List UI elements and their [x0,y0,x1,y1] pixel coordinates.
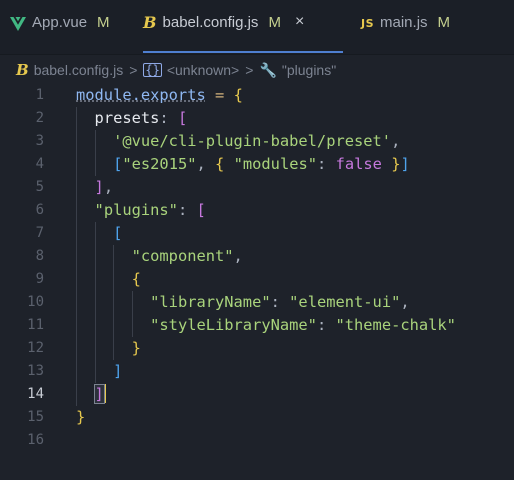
line-number: 9 [35,271,44,287]
code-line[interactable]: 5 ], [0,176,514,199]
modified-badge: M [437,14,451,31]
code-text: "plugins": [ [94,201,206,219]
code-text: [ [113,224,123,242]
line-number: 6 [35,202,44,218]
code-line[interactable]: 12 } [0,337,514,360]
babel-icon: B [16,61,29,79]
tab-label: main.js [380,14,428,31]
code-line[interactable]: 14 ] [0,383,514,406]
tab-label: App.vue [32,14,88,31]
code-text: presets: [ [94,109,188,127]
code-text: "component", [131,247,243,265]
wrench-icon: 🔧 [259,61,277,78]
line-number: 5 [35,179,44,195]
chevron-right-icon: > [129,62,138,78]
line-number: 13 [27,363,44,379]
line-number: 11 [27,317,44,333]
code-text: module.exports = { [76,86,243,104]
code-line[interactable]: 11 "styleLibraryName": "theme-chalk" [0,314,514,337]
code-line[interactable]: 7 [ [0,222,514,245]
code-text: '@vue/cli-plugin-babel/preset', [113,132,401,150]
line-number: 12 [27,340,44,356]
breadcrumb-file[interactable]: babel.config.js [34,62,124,78]
code-text: ], [94,178,114,196]
code-text: "styleLibraryName": "theme-chalk" [150,316,456,334]
line-number: 15 [27,409,44,425]
modified-badge: M [268,14,281,31]
code-editor-window: App.vue M B babel.config.js M × JS main.… [0,0,514,480]
code-text: ] [93,384,106,404]
code-line[interactable]: 9 { [0,268,514,291]
tab-main-js[interactable]: JS main.js M [361,14,450,54]
code-line[interactable]: 1 module.exports = { [0,84,514,107]
code-line[interactable]: 6 "plugins": [ [0,199,514,222]
code-text: "libraryName": "element-ui", [150,293,410,311]
line-number: 8 [35,248,44,264]
code-text: } [76,408,86,426]
code-line[interactable]: 4 ["es2015", { "modules": false }] [0,153,514,176]
line-number: 16 [27,432,44,448]
line-number: 4 [35,156,44,172]
breadcrumb: B babel.config.js > {} <unknown> > 🔧 "pl… [16,59,336,81]
object-symbol-icon: {} [143,63,162,77]
tab-babel-config[interactable]: B babel.config.js M × [143,13,343,54]
code-line[interactable]: 15} [0,406,514,429]
chevron-right-icon: > [245,62,254,78]
code-text: { [131,270,141,288]
vue-icon [10,14,26,36]
code-line[interactable]: 2 presets: [ [0,107,514,130]
code-line[interactable]: 10 "libraryName": "element-ui", [0,291,514,314]
babel-icon: B [143,13,157,32]
tab-bar: App.vue M B babel.config.js M × JS main.… [0,0,514,55]
line-number: 2 [35,110,44,126]
code-line[interactable]: 3 '@vue/cli-plugin-babel/preset', [0,130,514,153]
line-number: 10 [27,294,44,310]
code-area[interactable]: 1 module.exports = {2 presets: [3 '@vue/c… [0,84,514,452]
text-cursor [103,384,106,403]
modified-badge: M [97,14,110,31]
line-number: 1 [35,87,44,103]
code-text: ] [113,362,123,380]
line-number: 7 [35,225,44,241]
js-icon: JS [361,17,375,30]
tab-app-vue[interactable]: App.vue M [10,14,110,54]
code-text: ["es2015", { "modules": false }] [113,155,410,173]
line-number: 14 [27,386,44,402]
code-line[interactable]: 8 "component", [0,245,514,268]
breadcrumb-symbol[interactable]: <unknown> [167,62,239,78]
tab-label: babel.config.js [162,14,259,31]
code-line[interactable]: 13 ] [0,360,514,383]
code-text: } [131,339,141,357]
line-number: 3 [35,133,44,149]
breadcrumb-property[interactable]: "plugins" [282,62,336,78]
close-icon[interactable]: × [295,13,304,31]
code-line[interactable]: 16 [0,429,514,452]
